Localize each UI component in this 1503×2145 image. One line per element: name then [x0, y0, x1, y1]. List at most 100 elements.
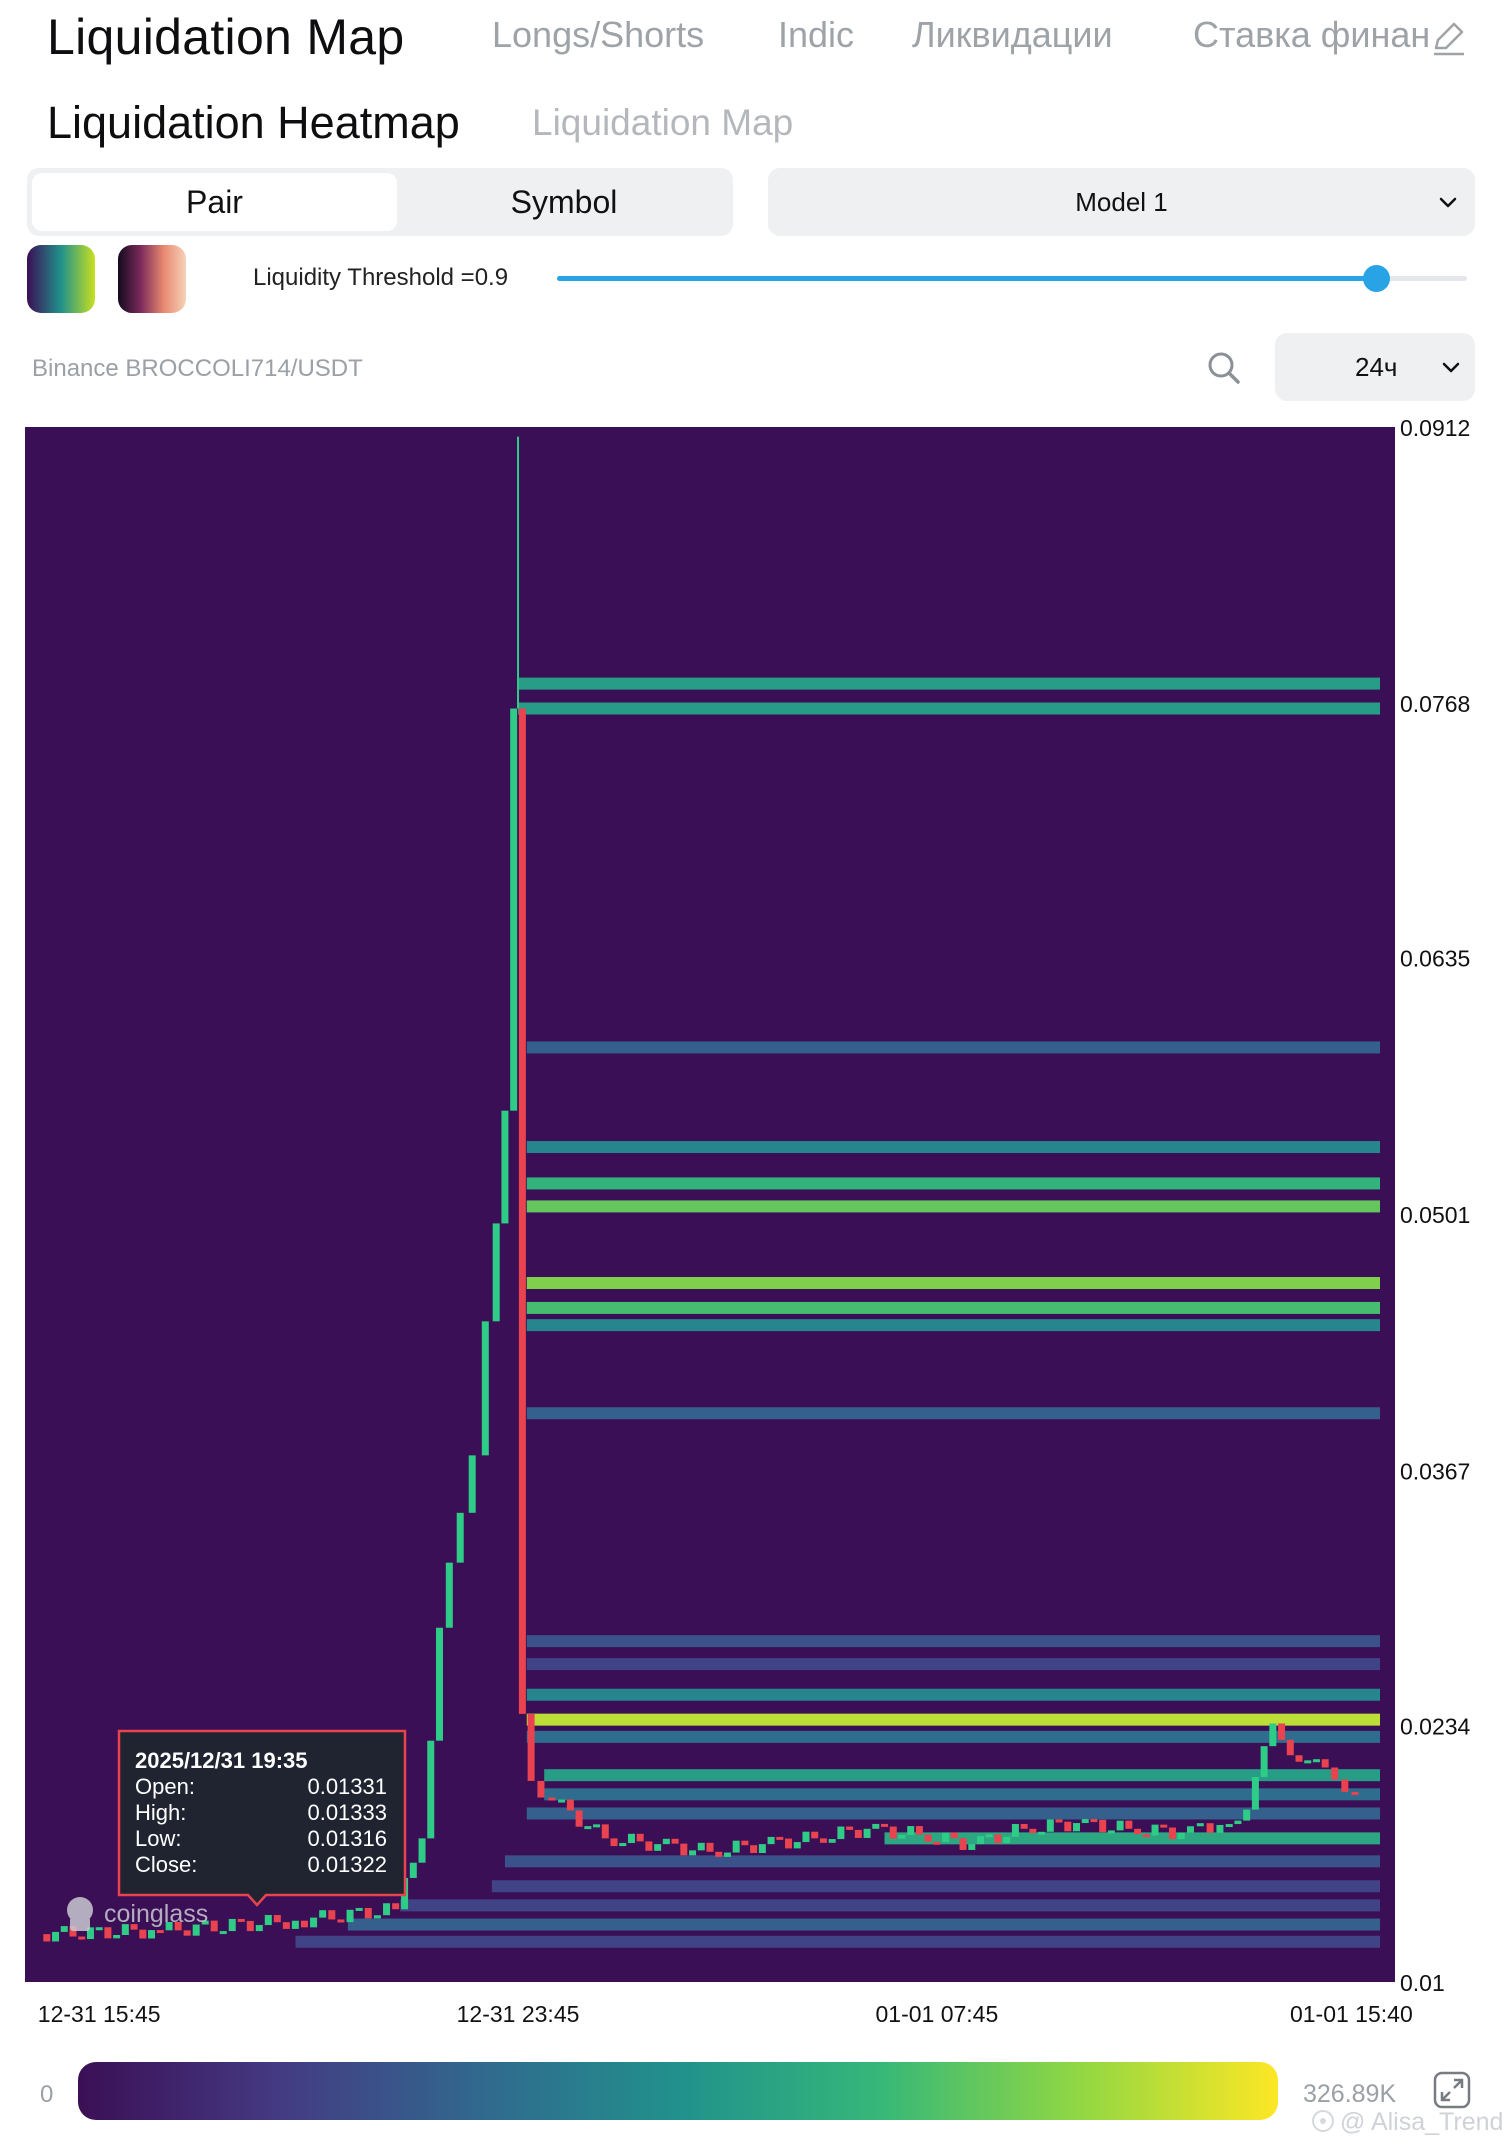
liquidation-band [518, 702, 1380, 715]
price-candle [264, 1915, 272, 1926]
heatmap-tab-active[interactable]: Liquidation Heatmap [47, 97, 460, 149]
price-candle [819, 1838, 827, 1843]
symbol-button[interactable]: Symbol [400, 173, 728, 231]
timeframe-select[interactable]: 24ч [1275, 333, 1475, 401]
threshold-slider-fill [557, 276, 1376, 281]
price-candle [255, 1925, 263, 1932]
price-candle [706, 1842, 714, 1852]
price-candle [1099, 1819, 1107, 1833]
page-title: Liquidation Map [47, 9, 405, 65]
price-candle [210, 1920, 218, 1932]
price-candle [43, 1934, 51, 1942]
price-candle [1125, 1820, 1133, 1829]
liquidation-band [526, 1658, 1380, 1671]
price-candle [846, 1826, 854, 1830]
price-candle [1331, 1767, 1339, 1780]
price-candle [933, 1841, 941, 1845]
price-candle [548, 1797, 556, 1801]
price-candle [355, 1907, 363, 1911]
price-candle [994, 1834, 1002, 1844]
threshold-slider-thumb[interactable] [1363, 265, 1390, 292]
price-candle [741, 1840, 749, 1846]
tab-longs-shorts[interactable]: Longs/Shorts [492, 14, 704, 56]
liquidation-band [526, 1301, 1380, 1314]
legend-max-label: 326.89K [1303, 2080, 1397, 2108]
y-tick-label: 0.0367 [1400, 1459, 1470, 1485]
price-candle [1295, 1755, 1303, 1762]
threshold-slider[interactable] [557, 265, 1467, 292]
price-candle [767, 1836, 775, 1845]
price-candle [481, 1321, 489, 1456]
price-candle [881, 1823, 889, 1827]
y-tick-label: 0.0768 [1400, 691, 1470, 717]
tooltip-close-value: 0.01322 [307, 1852, 387, 1877]
price-candle [435, 1627, 443, 1741]
price-candle [584, 1826, 592, 1830]
model-select[interactable]: Model 1 [768, 168, 1475, 236]
search-icon[interactable] [1206, 350, 1242, 386]
price-candle [1216, 1824, 1224, 1833]
price-candle [898, 1835, 906, 1839]
price-candle [1107, 1830, 1115, 1834]
price-candle [1177, 1832, 1185, 1840]
tab-indic[interactable]: Indic [778, 14, 854, 56]
y-tick-label: 0.01 [1400, 1970, 1445, 1996]
price-candle [1196, 1823, 1204, 1827]
liquidation-map-tab[interactable]: Liquidation Map [532, 102, 793, 144]
colorscheme-viridis-button[interactable] [27, 245, 95, 313]
price-candle [715, 1851, 723, 1857]
x-axis: 12-31 15:45 12-31 23:45 01-01 07:45 01-01 1… [38, 2001, 1413, 2027]
price-candle [346, 1909, 354, 1923]
liquidation-band [884, 1832, 1380, 1845]
price-candle [959, 1838, 967, 1850]
price-candle [732, 1840, 740, 1853]
price-candle [662, 1838, 670, 1845]
liquidation-band [347, 1918, 1381, 1931]
liquidation-heatmap-chart[interactable]: 0.0912 0.0768 0.0635 0.0501 0.0367 0.0234 0.01… [0, 420, 1503, 2040]
x-tick-label: 01-01 15:40 [1290, 2001, 1413, 2027]
price-candle [977, 1836, 985, 1845]
price-candle [537, 1780, 545, 1798]
price-candle [427, 1740, 435, 1839]
price-candle [518, 708, 526, 1714]
y-tick-label: 0.0635 [1400, 945, 1470, 971]
top-nav: Liquidation Map Longs/Shorts Indic Ликви… [0, 0, 1503, 80]
price-candle [610, 1838, 618, 1847]
edit-icon[interactable] [1428, 18, 1468, 58]
liquidation-band [526, 1688, 1380, 1701]
price-candle [1341, 1779, 1349, 1792]
pair-button[interactable]: Pair [32, 173, 397, 231]
price-candle [654, 1844, 662, 1851]
price-candle [104, 1927, 112, 1939]
price-candle [445, 1562, 453, 1628]
price-candle [1269, 1723, 1277, 1747]
price-candle [139, 1929, 147, 1939]
model-select-value: Model 1 [1075, 187, 1168, 217]
tab-funding-rate[interactable]: Ставка финан [1193, 14, 1458, 56]
price-candle [1046, 1819, 1054, 1832]
liquidation-band [526, 1635, 1380, 1648]
y-tick-label: 0.0912 [1400, 420, 1470, 441]
tooltip-high-label: High: [135, 1800, 186, 1825]
price-candle [1072, 1823, 1080, 1832]
tooltip-low-value: 0.01316 [307, 1826, 387, 1851]
price-candle [915, 1826, 923, 1835]
price-candle [1160, 1824, 1168, 1828]
price-candle [1304, 1760, 1312, 1764]
liquidation-band [526, 1407, 1380, 1420]
liquidation-band [526, 1177, 1380, 1190]
tooltip-high-value: 0.01333 [307, 1800, 387, 1825]
colorscheme-magma-button[interactable] [118, 245, 186, 313]
price-candle [924, 1834, 932, 1842]
price-candle [1142, 1834, 1150, 1838]
x-tick-label: 01-01 07:45 [875, 2001, 998, 2027]
fullscreen-icon[interactable] [1432, 2070, 1472, 2110]
price-candle [328, 1910, 336, 1920]
price-candle [950, 1832, 958, 1839]
price-candle [758, 1844, 766, 1854]
x-tick-label: 12-31 23:45 [457, 2001, 580, 2027]
price-candle [985, 1834, 993, 1838]
tab-liquidations[interactable]: Ликвидации [912, 14, 1113, 56]
price-candle [1321, 1759, 1329, 1768]
legend-min-label: 0 [40, 2081, 54, 2108]
